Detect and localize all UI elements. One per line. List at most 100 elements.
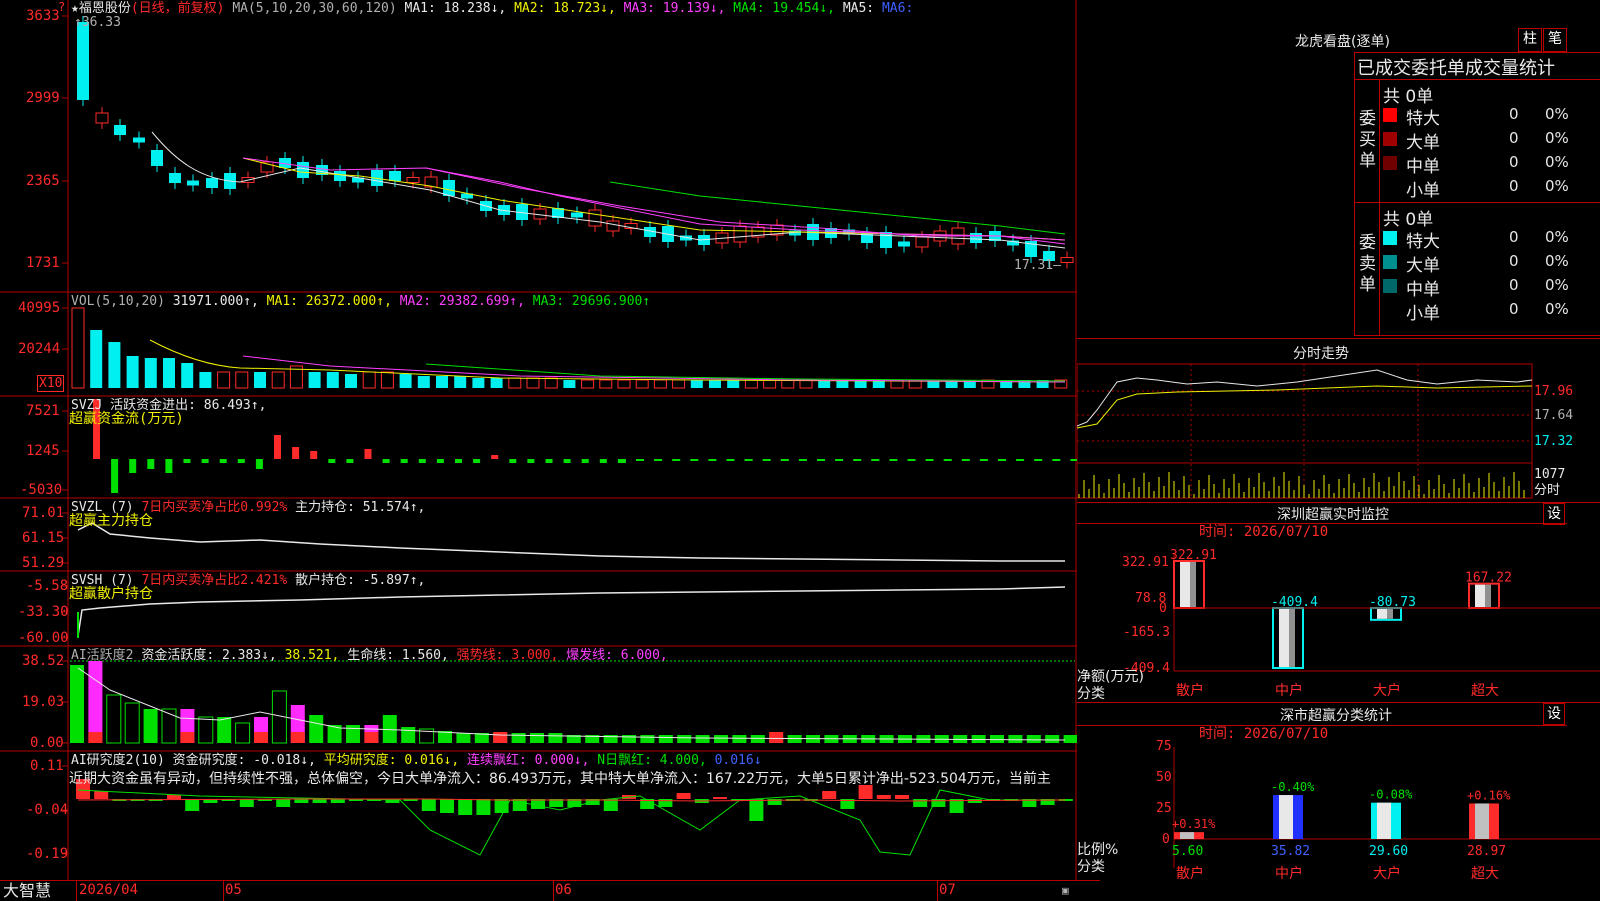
candlesticks bbox=[77, 16, 1074, 269]
sz-class-axis: 75 bbox=[1156, 739, 1172, 754]
volume-bars bbox=[71, 307, 1068, 389]
volume-bar bbox=[617, 379, 631, 389]
fund-flow-bar bbox=[527, 459, 535, 463]
ma4-value: MA4: 19.454↓, bbox=[733, 1, 835, 16]
activity-bar bbox=[640, 735, 655, 743]
buy-swatch bbox=[1383, 180, 1397, 194]
act-title[interactable]: AI活跃度2 bbox=[71, 648, 133, 663]
buy-row-name: 特大 bbox=[1406, 109, 1440, 129]
date-tick bbox=[223, 881, 224, 901]
research-bar bbox=[822, 791, 837, 799]
date-label: 06 bbox=[555, 882, 572, 898]
fund-flow-bar bbox=[310, 451, 318, 459]
svzj-subtitle: 超赢资金流(万元) bbox=[69, 411, 184, 427]
volume-bar bbox=[472, 378, 485, 388]
class-bar-shine bbox=[1377, 802, 1391, 839]
date-tick bbox=[937, 881, 938, 901]
activity-red-mark bbox=[290, 732, 305, 743]
res-cont-red: 连续飘红: 0.000↓, bbox=[467, 753, 590, 768]
activity-bar bbox=[990, 735, 1004, 743]
ma2-value: MA2: 18.723↓, bbox=[514, 1, 616, 16]
question-marker: ? bbox=[58, 0, 66, 14]
sell-swatch bbox=[1383, 255, 1397, 269]
stock-name[interactable]: ★福恩股份 bbox=[71, 1, 131, 16]
main-chart-area[interactable]: 3633 2999 2365 1731 ? ★福恩股份(日线，前复权) MA(5… bbox=[0, 0, 1077, 880]
activity-bar bbox=[346, 725, 360, 743]
activity-bars bbox=[70, 660, 1077, 744]
res-header: AI研究度2(10) 资金研究度: -0.018↓, 平均研究度: 0.016↓… bbox=[71, 753, 762, 768]
app-logo[interactable]: 大智慧 bbox=[3, 882, 51, 900]
buy-row-pct: 0% bbox=[1545, 129, 1569, 147]
buy-row-count: 0 bbox=[1509, 153, 1519, 171]
class-bar-shine bbox=[1279, 795, 1293, 839]
activity-bar bbox=[70, 665, 84, 743]
bar-view-button[interactable]: 柱 bbox=[1518, 28, 1542, 52]
fund-flow-bar bbox=[817, 459, 825, 461]
buy-row-pct: 0% bbox=[1545, 177, 1569, 195]
lock-icon[interactable]: ▣ bbox=[1062, 883, 1069, 898]
intraday-chart[interactable] bbox=[1077, 338, 1600, 502]
price-mode[interactable]: (日线，前复权) bbox=[131, 1, 225, 16]
fund-flow-bar bbox=[1016, 459, 1025, 461]
volume-bar bbox=[490, 378, 503, 388]
fund-flow-bar bbox=[690, 459, 699, 461]
res-extra: 0.016↓ bbox=[714, 753, 762, 768]
buy-row-count: 0 bbox=[1509, 105, 1519, 123]
candle-body bbox=[95, 112, 109, 124]
intraday-panel[interactable]: 分时走势 17.96 17.64 17.32 1077 分时 bbox=[1077, 338, 1600, 503]
act-axis-label: 0.00 bbox=[30, 735, 64, 751]
volume-bar bbox=[436, 376, 448, 388]
candle-body bbox=[606, 220, 620, 232]
svzj-axis-label: 1245 bbox=[26, 443, 60, 459]
act-value: 38.521, bbox=[284, 648, 340, 663]
fund-flow-bar bbox=[328, 459, 336, 463]
research-bar bbox=[458, 799, 473, 815]
volume-bar bbox=[672, 379, 686, 389]
sz-class-axis: 0 bbox=[1162, 832, 1170, 847]
vol-ma1: MA1: 26372.000↑, bbox=[266, 294, 392, 309]
sell-swatch bbox=[1383, 279, 1397, 293]
fund-flow-bar bbox=[599, 459, 607, 463]
sz-monitor-axis: 322.91 bbox=[1122, 555, 1169, 570]
dragon-panel: 龙虎看盘(逐单) 柱 笔 已成交委托单成交量统计 委买单 共 0单 特大 0 0% 大… bbox=[1077, 0, 1600, 339]
activity-bar bbox=[677, 735, 692, 743]
vol-unit-badge: X10 bbox=[37, 375, 65, 392]
volume-bar bbox=[635, 379, 649, 389]
svzl-net-ratio: 7日内买卖净占比0.992% bbox=[141, 500, 288, 515]
fund-flow-bar bbox=[165, 459, 173, 473]
monitor-bar-shine bbox=[1180, 562, 1190, 607]
fund-flow-bar bbox=[1034, 459, 1043, 461]
vol-panel-header: VOL(5,10,20) 31971.000↑, MA1: 26372.000↑… bbox=[71, 294, 650, 309]
class-change-label: -0.40% bbox=[1271, 780, 1315, 794]
pen-view-button[interactable]: 笔 bbox=[1543, 28, 1567, 52]
volume-bar bbox=[690, 380, 703, 388]
research-bar bbox=[294, 799, 309, 803]
buy-row-pct: 0% bbox=[1545, 105, 1569, 123]
res-title[interactable]: AI研究度2(10) bbox=[71, 753, 165, 768]
volume-bar bbox=[526, 377, 540, 389]
sz-monitor-axis: -165.3 bbox=[1123, 625, 1170, 640]
volume-bar bbox=[90, 330, 103, 388]
class-value-label: 29.60 bbox=[1369, 844, 1408, 859]
ma-line bbox=[609, 181, 1066, 235]
monitor-category-label: 大户 bbox=[1373, 682, 1401, 699]
candle-body bbox=[1060, 257, 1074, 263]
fund-flow-bar bbox=[418, 459, 426, 463]
fund-flow-bar bbox=[636, 459, 644, 461]
fund-flow-bars bbox=[93, 399, 1077, 493]
buy-row-pct: 0% bbox=[1545, 153, 1569, 171]
kline-chart-svg[interactable] bbox=[0, 0, 1077, 880]
activity-red-mark bbox=[493, 732, 508, 743]
volume-bar bbox=[108, 342, 121, 388]
fund-flow-bar bbox=[255, 459, 263, 469]
price-axis-label: 2999 bbox=[26, 90, 60, 106]
fund-flow-bar bbox=[364, 449, 372, 459]
candle-body bbox=[114, 125, 126, 135]
fund-flow-bar bbox=[292, 447, 300, 459]
svsh-net-ratio: 7日内买卖净占比2.421% bbox=[141, 573, 288, 588]
dragon-table-header: 已成交委托单成交量统计 bbox=[1357, 58, 1555, 79]
fund-flow-bar bbox=[1070, 459, 1077, 461]
res-fund: 资金研究度: -0.018↓, bbox=[172, 753, 316, 768]
vol-title[interactable]: VOL(5,10,20) bbox=[71, 294, 165, 309]
buy-label: 委买单 bbox=[1359, 109, 1376, 171]
